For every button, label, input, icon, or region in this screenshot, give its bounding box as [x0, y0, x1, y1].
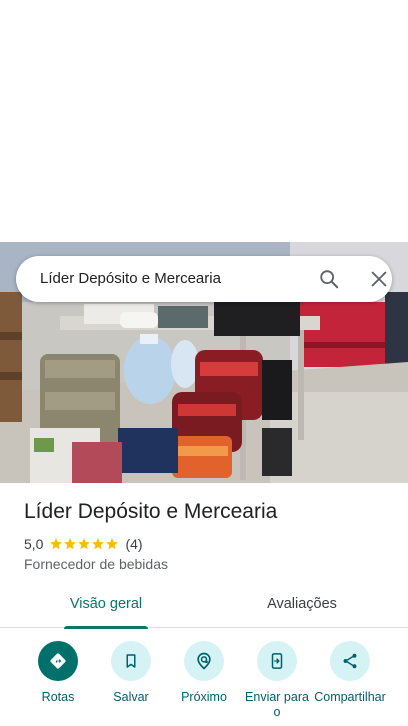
search-icon[interactable] [318, 268, 340, 290]
star-icon [92, 538, 105, 550]
nearby-button[interactable]: Próximo [167, 641, 241, 705]
send-to-phone-button[interactable]: Enviar para o [240, 641, 314, 720]
place-category: Fornecedor de bebidas [24, 556, 168, 572]
tab-label: Avaliações [267, 596, 337, 612]
star-icon [64, 538, 77, 550]
place-title: Líder Depósito e Mercearia [24, 500, 278, 523]
star-rating [49, 537, 119, 551]
directions-icon[interactable] [38, 641, 78, 681]
close-icon[interactable] [368, 268, 390, 290]
search-bar[interactable]: Líder Depósito e Mercearia [16, 256, 392, 302]
nearby-icon[interactable] [184, 641, 224, 681]
tab-selected-indicator [64, 626, 148, 629]
map-area[interactable] [0, 0, 408, 242]
directions-button[interactable]: Rotas [21, 641, 95, 705]
star-icon [106, 538, 119, 550]
search-input[interactable]: Líder Depósito e Mercearia [40, 256, 221, 302]
star-icon [50, 538, 63, 550]
tab-label: Visão geral [69, 596, 143, 612]
bookmark-icon[interactable] [111, 641, 151, 681]
save-button[interactable]: Salvar [94, 641, 168, 705]
send-to-phone-icon[interactable] [257, 641, 297, 681]
send-to-phone-label: Enviar para o [245, 690, 309, 719]
directions-label: Rotas [41, 690, 75, 704]
save-label: Salvar [113, 690, 149, 704]
share-icon[interactable] [330, 641, 370, 681]
tab-reviews[interactable]: Avaliações [252, 585, 352, 628]
review-count: (4) [125, 536, 143, 552]
share-button[interactable]: Compartilhar [313, 641, 387, 705]
nearby-label: Próximo [181, 690, 227, 704]
tab-overview[interactable]: Visão geral [57, 585, 155, 629]
rating-value: 5,0 [24, 536, 44, 552]
tab-bar: Visão geral Avaliações [0, 585, 408, 629]
star-icon [78, 538, 91, 550]
rating-row[interactable]: 5,0 (4) [24, 535, 143, 553]
share-label: Compartilhar [314, 690, 386, 704]
